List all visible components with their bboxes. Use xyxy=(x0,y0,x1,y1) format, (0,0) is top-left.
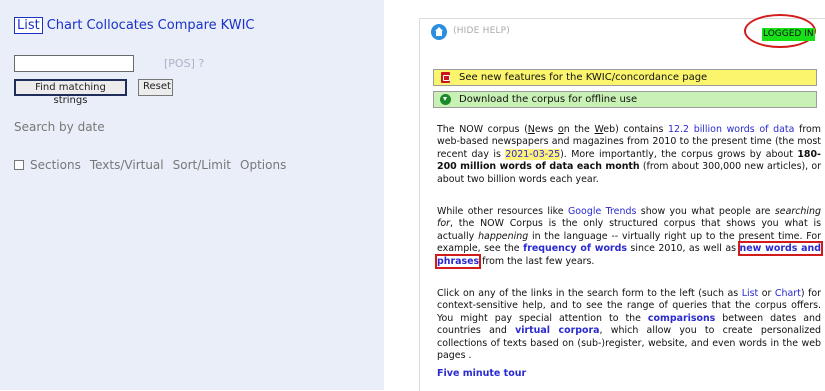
search-by-date-link[interactable]: Search by date xyxy=(14,120,105,134)
word-search-input[interactable] xyxy=(14,55,134,72)
words-count-link[interactable]: 12.2 billion words of data xyxy=(668,124,794,135)
help-paragraph: Click on any of the links in the search … xyxy=(437,288,821,362)
comparisons-link[interactable]: comparisons xyxy=(648,313,715,324)
logged-in-badge[interactable]: LOGGED IN xyxy=(762,28,815,41)
frequency-of-words-link[interactable]: frequency of words xyxy=(523,243,627,254)
options-row: Sections Texts/Virtual Sort/Limit Option… xyxy=(14,158,295,172)
download-icon xyxy=(440,94,451,105)
p1-text: eb) contains xyxy=(603,124,669,135)
kwic-features-notice[interactable]: See new features for the KWIC/concordanc… xyxy=(433,69,817,86)
tab-collocates[interactable]: Collocates xyxy=(86,18,153,33)
p2-text: While other resources like xyxy=(437,206,568,217)
p1-initial-w: W xyxy=(594,124,604,135)
phrases-link[interactable]: phrases xyxy=(434,253,482,269)
sort-limit-link[interactable]: Sort/Limit xyxy=(173,158,231,172)
p2-text: show you what people are xyxy=(636,206,775,217)
new-words-link[interactable]: new words and xyxy=(737,241,824,257)
p1-text: ews xyxy=(534,124,558,135)
google-trends-link[interactable]: Google Trends xyxy=(568,206,636,217)
p1-initial-n: N xyxy=(527,124,535,135)
p3-text: Click on any of the links in the search … xyxy=(437,288,742,299)
reset-button[interactable]: Reset xyxy=(138,79,173,96)
pdf-icon xyxy=(441,72,450,83)
hide-help-link[interactable]: (HIDE HELP) xyxy=(453,26,510,36)
intro-paragraph: The NOW corpus (News on the Web) contain… xyxy=(437,124,821,186)
help-panel: (HIDE HELP) LOGGED IN See new features f… xyxy=(409,0,825,391)
p2-italic: happening xyxy=(478,230,529,242)
pos-label[interactable]: [POS] xyxy=(164,57,195,70)
p1-text: n the xyxy=(563,124,595,135)
list-help-link[interactable]: List xyxy=(742,288,759,299)
p2-text: from the last few years. xyxy=(479,255,595,267)
tab-list[interactable]: List xyxy=(14,17,43,34)
p2-text: since 2010, as well as xyxy=(626,243,740,255)
five-minute-tour-link[interactable]: Five minute tour xyxy=(437,368,526,379)
sections-link[interactable]: Sections xyxy=(30,158,81,172)
chart-help-link[interactable]: Chart xyxy=(775,288,801,299)
find-matching-strings-button[interactable]: Find matching strings xyxy=(14,79,127,106)
download-notice[interactable]: Download the corpus for offline use xyxy=(433,91,817,108)
trends-paragraph: While other resources like Google Trends… xyxy=(434,206,824,269)
texts-virtual-link[interactable]: Texts/Virtual xyxy=(90,158,164,172)
p1-text: ). More importantly, the corpus grows by… xyxy=(560,148,798,160)
options-link[interactable]: Options xyxy=(240,158,286,172)
p1-text: The NOW corpus ( xyxy=(437,124,528,135)
pos-link[interactable]: [POS] ? xyxy=(164,57,204,70)
tab-compare[interactable]: Compare xyxy=(158,18,217,33)
tab-chart[interactable]: Chart xyxy=(47,18,83,33)
kwic-features-text[interactable]: See new features for the KWIC/concordanc… xyxy=(459,72,707,83)
p3-text: or xyxy=(758,288,775,299)
recent-date-link[interactable]: 2021-03-25 xyxy=(505,148,561,160)
search-form-panel: List Chart Collocates Compare KWIC [POS]… xyxy=(0,0,384,390)
search-tabs: List Chart Collocates Compare KWIC xyxy=(14,17,254,34)
download-text[interactable]: Download the corpus for offline use xyxy=(459,94,637,105)
tab-kwic[interactable]: KWIC xyxy=(221,18,255,33)
virtual-corpora-link[interactable]: virtual corpora xyxy=(515,325,599,336)
sections-checkbox[interactable] xyxy=(14,160,24,170)
pos-help-icon[interactable]: ? xyxy=(198,57,204,70)
home-icon[interactable] xyxy=(431,24,447,40)
